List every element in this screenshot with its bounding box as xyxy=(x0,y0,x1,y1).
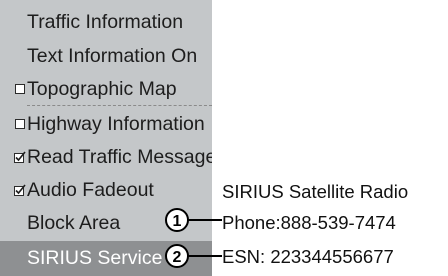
menu-item-label: Read Traffic Messages xyxy=(27,146,212,168)
menu-divider xyxy=(27,105,212,106)
panel-title: SIRIUS Satellite Radio xyxy=(222,181,409,202)
menu-item-label: Text Information On xyxy=(27,45,198,67)
menu-item-label: Topographic Map xyxy=(27,78,177,100)
menu-item-audio-fadeout[interactable]: Audio Fadeout xyxy=(0,174,212,206)
checkbox-checked-icon[interactable] xyxy=(13,174,27,206)
esn-number: ESN: 223344556677 xyxy=(222,246,394,267)
settings-menu: Traffic Information Text Information On … xyxy=(0,0,212,276)
menu-item-label: SIRIUS Service xyxy=(27,247,163,269)
menu-item-read-traffic-messages[interactable]: Read Traffic Messages xyxy=(0,141,212,173)
menu-item-label: Block Area xyxy=(27,212,121,234)
menu-item-text-information[interactable]: Text Information On xyxy=(0,40,212,72)
checkbox-unchecked-icon[interactable] xyxy=(13,108,27,140)
checkbox-checked-icon[interactable] xyxy=(13,141,27,173)
menu-item-label: Traffic Information xyxy=(27,11,184,33)
menu-item-label: Audio Fadeout xyxy=(27,179,154,201)
sirius-info-panel: SIRIUS Satellite Radio Phone:888-539-747… xyxy=(212,0,448,276)
menu-item-sirius-service[interactable]: SIRIUS Service xyxy=(0,241,212,276)
menu-item-topographic-map[interactable]: Topographic Map xyxy=(0,73,212,105)
menu-item-label: Highway Information xyxy=(27,113,205,135)
menu-item-block-area[interactable]: Block Area xyxy=(0,207,212,239)
menu-item-traffic-information[interactable]: Traffic Information xyxy=(0,6,212,38)
menu-item-highway-information[interactable]: Highway Information xyxy=(0,108,212,140)
checkbox-unchecked-icon[interactable] xyxy=(13,73,27,105)
phone-number: Phone:888-539-7474 xyxy=(222,212,396,233)
